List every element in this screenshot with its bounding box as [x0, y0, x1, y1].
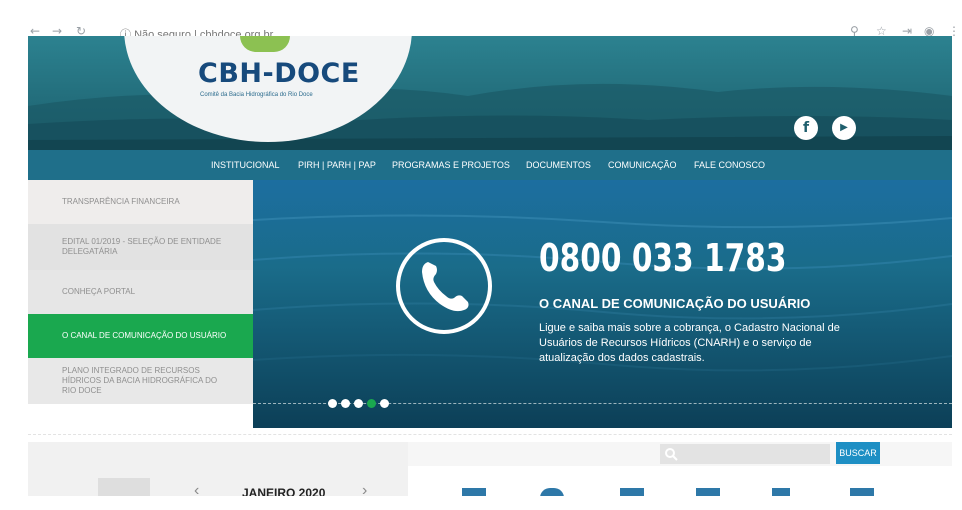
youtube-icon[interactable]: ▶: [832, 116, 856, 140]
phone-number: 0800 033 1783: [539, 236, 787, 280]
search-button[interactable]: BUSCAR: [836, 442, 880, 464]
banner-sidebar: TRANSPARÊNCIA FINANCEIRA EDITAL 01/2019 …: [28, 180, 253, 404]
sidebar-item-conheca-portal[interactable]: CONHEÇA PORTAL: [28, 270, 253, 314]
slider-dot-active[interactable]: [367, 399, 376, 408]
service-icon[interactable]: [620, 488, 644, 496]
slider-dot[interactable]: [328, 399, 337, 408]
banner-description: Ligue e saiba mais sobre a cobrança, o C…: [539, 322, 840, 364]
sidebar-item-canal-comunicacao[interactable]: O CANAL DE COMUNICAÇÃO DO USUÁRIO: [28, 314, 253, 358]
site-header: CBH-DOCE Comitê da Bacia Hidrográfica do…: [28, 36, 952, 150]
nav-institucional[interactable]: INSTITUCIONAL: [209, 150, 282, 180]
nav-programas[interactable]: PROGRAMAS E PROJETOS: [390, 150, 512, 180]
divider: [28, 434, 952, 435]
service-icon[interactable]: [462, 488, 486, 496]
calendar-section: ‹ JANEIRO 2020 ›: [28, 442, 408, 496]
logo-subtitle: Comitê da Bacia Hidrográfica do Rio Doce: [200, 92, 313, 98]
sidebar-item-edital[interactable]: EDITAL 01/2019 - SELEÇÃO DE ENTIDADE DEL…: [28, 224, 253, 270]
sidebar-item-transparencia[interactable]: TRANSPARÊNCIA FINANCEIRA: [28, 180, 253, 224]
service-icon[interactable]: [850, 488, 874, 496]
service-icon[interactable]: [540, 488, 564, 496]
slider-dot[interactable]: [341, 399, 350, 408]
calendar-next-button[interactable]: ›: [362, 482, 367, 496]
nav-documentos[interactable]: DOCUMENTOS: [524, 150, 593, 180]
nav-fale-conosco[interactable]: FALE CONOSCO: [692, 150, 767, 180]
sidebar-item-plano-integrado[interactable]: PLANO INTEGRADO DE RECURSOS HÍDRICOS DA …: [28, 358, 253, 404]
slider-dot[interactable]: [380, 399, 389, 408]
browser-toolbar: ← → ↻ ⓘ Não seguro | cbhdoce.org.br ⚲ ☆ …: [0, 0, 962, 41]
phone-icon: [396, 238, 492, 334]
facebook-icon[interactable]: f: [794, 116, 818, 140]
calendar-thumbnail: [98, 478, 150, 496]
nav-pirh[interactable]: PIRH | PARH | PAP: [296, 150, 378, 180]
calendar-month: JANEIRO 2020: [242, 486, 326, 496]
slider-dot[interactable]: [354, 399, 363, 408]
site-logo[interactable]: CBH-DOCE: [198, 58, 360, 89]
banner-title: O CANAL DE COMUNICAÇÃO DO USUÁRIO: [539, 296, 811, 311]
hero-banner[interactable]: 0800 033 1783 O CANAL DE COMUNICAÇÃO DO …: [253, 180, 952, 428]
service-icon[interactable]: [772, 488, 790, 496]
page-frame: CBH-DOCE Comitê da Bacia Hidrográfica do…: [28, 36, 952, 496]
main-nav: INSTITUCIONAL PIRH | PARH | PAP PROGRAMA…: [28, 150, 952, 180]
slider-dots: [328, 399, 389, 408]
service-icon[interactable]: [696, 488, 720, 496]
search-icon: [665, 448, 678, 461]
search-input[interactable]: [660, 444, 830, 464]
nav-comunicacao[interactable]: COMUNICAÇÃO: [606, 150, 679, 180]
calendar-prev-button[interactable]: ‹: [194, 482, 199, 496]
